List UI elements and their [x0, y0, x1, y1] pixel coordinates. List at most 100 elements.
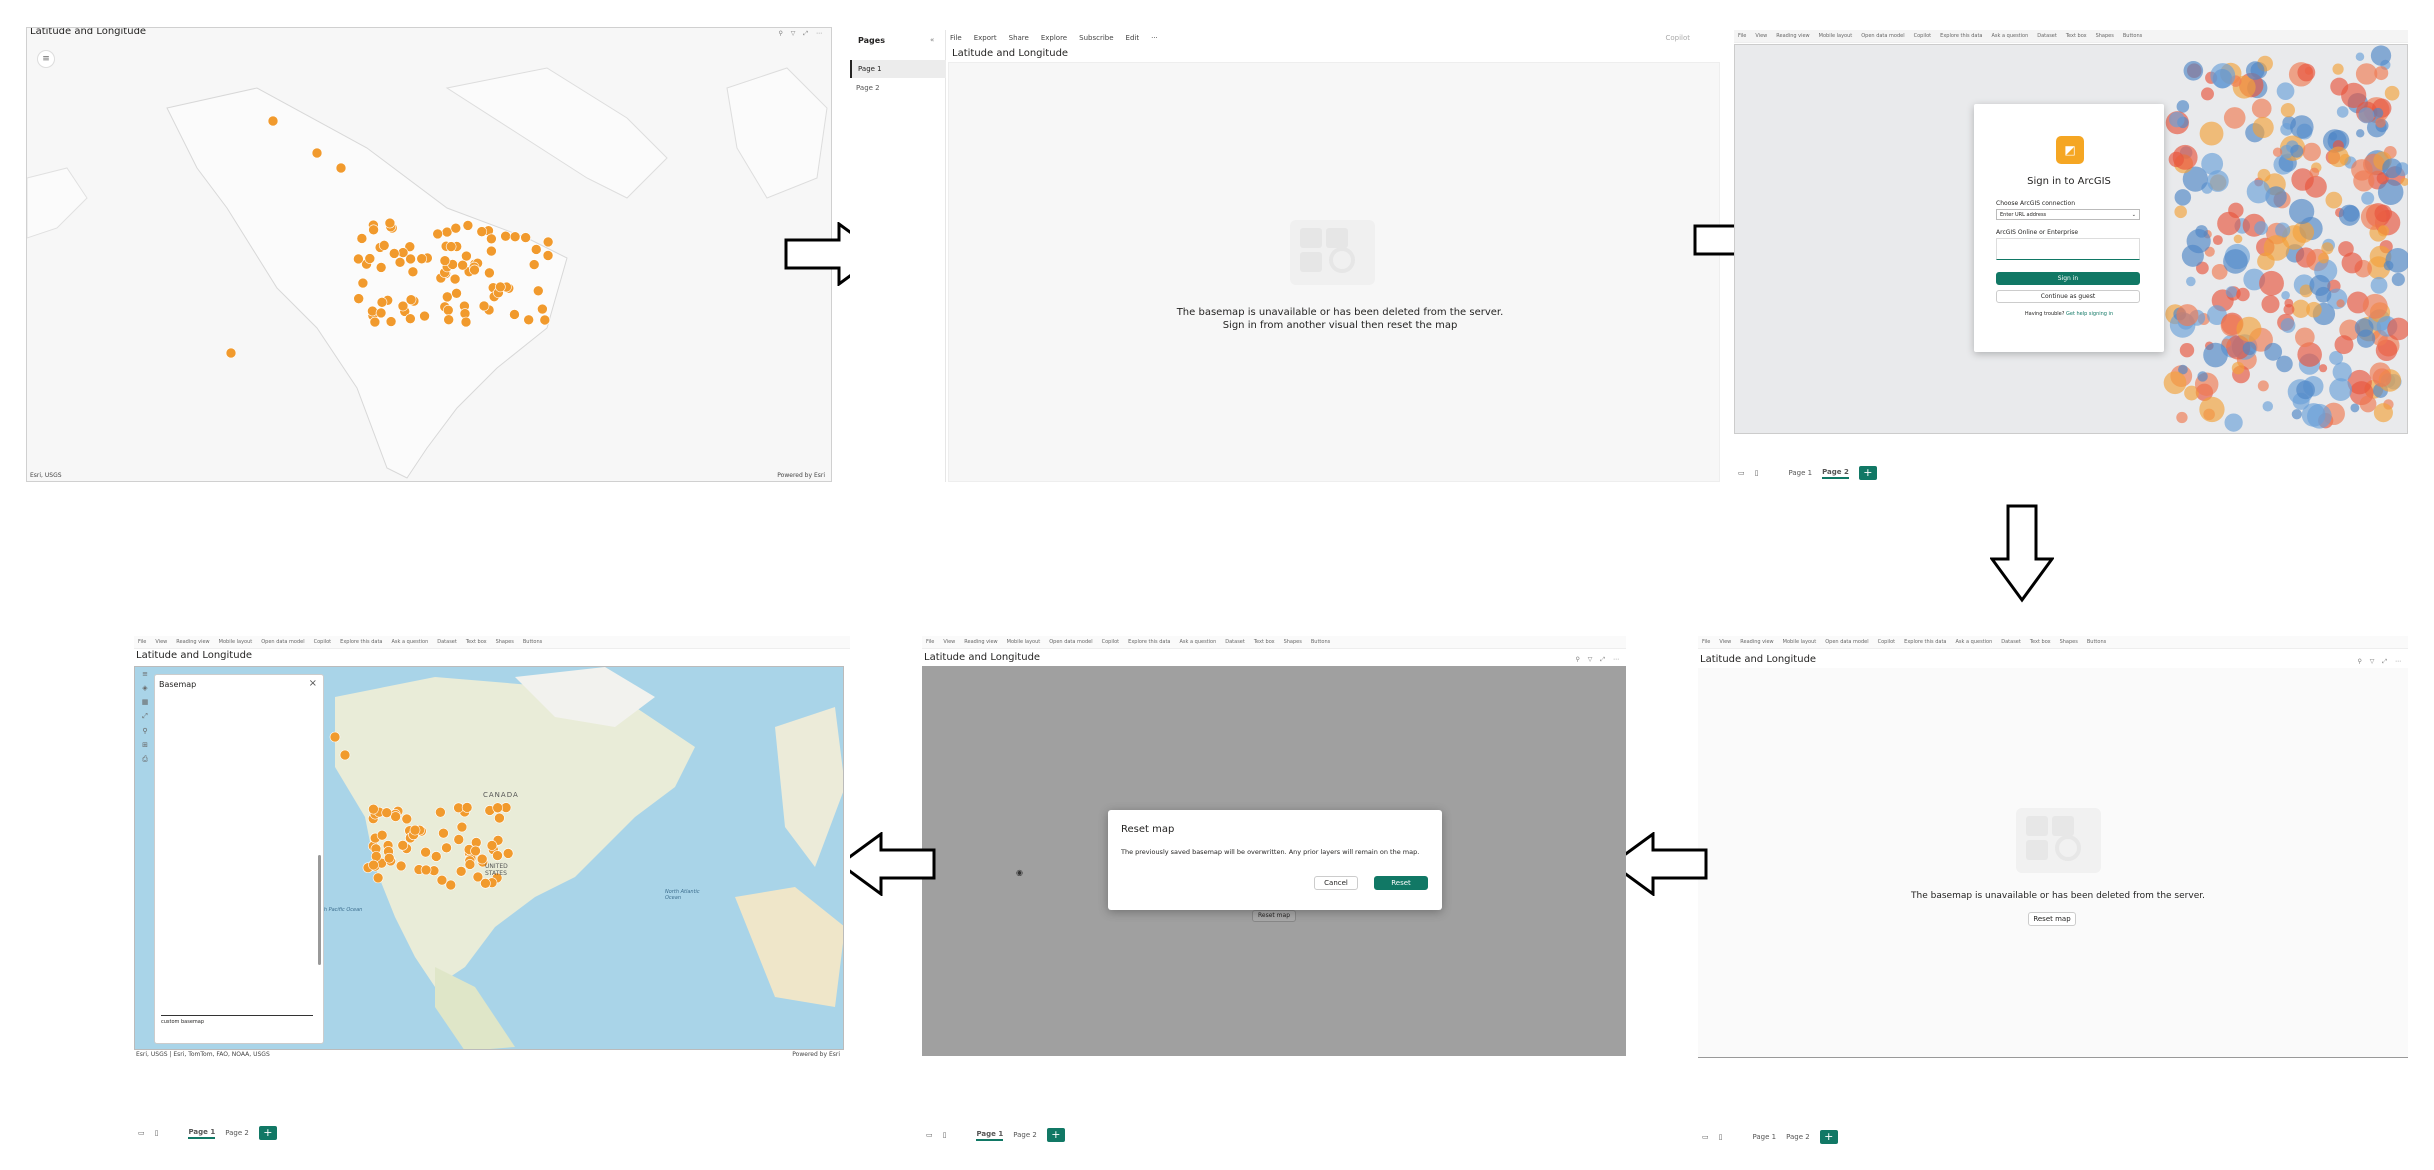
menu-share[interactable]: Share: [1009, 34, 1029, 42]
toolbar-item[interactable]: Dataset: [2001, 639, 2021, 645]
map-point[interactable]: [520, 232, 531, 243]
toolbar-item[interactable]: Ask a question: [1991, 33, 2028, 39]
map-point[interactable]: [394, 257, 406, 268]
extent-icon[interactable]: ⤢: [142, 712, 148, 721]
map-point[interactable]: [397, 300, 409, 312]
mobile-view-icon[interactable]: ▯: [155, 1129, 159, 1137]
map-point[interactable]: [439, 255, 451, 267]
map-point[interactable]: [356, 233, 368, 244]
page-tab-2[interactable]: Page 2: [1822, 468, 1849, 479]
map-point[interactable]: [457, 259, 468, 271]
toolbar-item[interactable]: Mobile layout: [1007, 639, 1041, 645]
desktop-view-icon[interactable]: ▭: [926, 1131, 933, 1139]
map-point[interactable]: [368, 859, 379, 871]
map-point[interactable]: [539, 314, 551, 326]
add-page-button[interactable]: +: [1819, 1130, 1838, 1144]
map-point[interactable]: [464, 859, 476, 870]
map-point[interactable]: [335, 162, 347, 174]
toolbar-item[interactable]: Shapes: [2096, 33, 2114, 39]
toolbar-item[interactable]: Explore this data: [1940, 33, 1982, 39]
analysis-icon[interactable]: ⊞: [142, 741, 148, 749]
toolbar-item[interactable]: File: [1738, 33, 1746, 39]
toolbar-item[interactable]: Ask a question: [1955, 639, 1992, 645]
toolbar-item[interactable]: Mobile layout: [1819, 33, 1853, 39]
page-tab-2[interactable]: Page 2: [1786, 1133, 1810, 1141]
menu-more[interactable]: ···: [1151, 34, 1158, 42]
basemap-icon[interactable]: ▦: [142, 698, 149, 706]
map-point[interactable]: [500, 230, 511, 242]
desktop-view-icon[interactable]: ▭: [1702, 1133, 1709, 1141]
map-point[interactable]: [405, 294, 417, 305]
map-point[interactable]: [388, 248, 400, 259]
map-point[interactable]: [456, 821, 468, 833]
toolbar-item[interactable]: Buttons: [2087, 639, 2106, 645]
toolbar-item[interactable]: Buttons: [1311, 639, 1330, 645]
page-tab-1[interactable]: Page 1: [976, 1130, 1004, 1141]
menu-edit[interactable]: Edit: [1126, 34, 1140, 42]
map-point[interactable]: [357, 277, 369, 289]
desktop-view-icon[interactable]: ▭: [138, 1129, 145, 1137]
map-point[interactable]: [484, 267, 495, 279]
toolbar-item[interactable]: File: [926, 639, 934, 645]
search-icon[interactable]: ⚲: [142, 727, 147, 735]
map-point[interactable]: [460, 316, 472, 328]
map-point[interactable]: [435, 806, 446, 818]
map-point[interactable]: [376, 297, 388, 308]
map-point[interactable]: [486, 233, 497, 245]
url-input[interactable]: [1996, 238, 2140, 260]
reset-map-button[interactable]: Reset map: [2028, 912, 2076, 926]
toolbar-item[interactable]: Open data model: [261, 639, 304, 645]
map-point[interactable]: [401, 813, 413, 825]
reset-button[interactable]: Reset: [1374, 876, 1428, 890]
toolbar-item[interactable]: Ask a question: [391, 639, 428, 645]
map-point[interactable]: [523, 314, 534, 326]
map-point[interactable]: [461, 250, 472, 262]
map-point[interactable]: [509, 231, 521, 242]
continue-as-guest-button[interactable]: Continue as guest: [1996, 290, 2140, 303]
map-point[interactable]: [494, 812, 505, 824]
map-point[interactable]: [542, 236, 554, 248]
toolbar-item[interactable]: Copilot: [314, 639, 332, 645]
map-point[interactable]: [267, 115, 279, 127]
menu-icon[interactable]: ≡: [142, 670, 148, 678]
visual-header-icons[interactable]: ⚲ ▽ ⤢ ⋯: [778, 30, 825, 38]
desktop-view-icon[interactable]: ▭: [1738, 469, 1745, 477]
layers-list-icon[interactable]: ≡: [37, 50, 55, 68]
mobile-view-icon[interactable]: ▯: [943, 1131, 947, 1139]
map-point[interactable]: [390, 811, 401, 822]
toolbar-item[interactable]: Shapes: [1284, 639, 1302, 645]
mobile-view-icon[interactable]: ▯: [1719, 1133, 1723, 1141]
visual-header-icons[interactable]: ⚲ ▽ ⤢ ⋯: [1575, 656, 1622, 664]
toolbar-item[interactable]: File: [1702, 639, 1710, 645]
map-point[interactable]: [353, 253, 364, 265]
toolbar-item[interactable]: Text box: [2066, 33, 2087, 39]
map-point[interactable]: [383, 852, 395, 864]
map-point[interactable]: [450, 222, 462, 234]
map-point[interactable]: [405, 253, 416, 265]
map-point[interactable]: [492, 802, 503, 814]
map-point[interactable]: [329, 731, 341, 743]
help-link[interactable]: Get help signing in: [2066, 311, 2113, 317]
add-page-button[interactable]: +: [1858, 466, 1877, 480]
toolbar-item[interactable]: Dataset: [437, 639, 457, 645]
map-point[interactable]: [419, 310, 430, 322]
toolbar-item[interactable]: View: [155, 639, 167, 645]
toolbar-item[interactable]: Reading view: [964, 639, 997, 645]
map-point[interactable]: [461, 802, 473, 813]
toolbar-item[interactable]: View: [1719, 639, 1731, 645]
map-point[interactable]: [225, 347, 237, 359]
toolbar-item[interactable]: Text box: [1254, 639, 1275, 645]
toolbar-item[interactable]: Text box: [466, 639, 487, 645]
map-point[interactable]: [384, 217, 396, 229]
sign-in-button[interactable]: Sign in: [1996, 272, 2140, 285]
map-point[interactable]: [502, 848, 514, 859]
toolbar-item[interactable]: Copilot: [1878, 639, 1896, 645]
toolbar-item[interactable]: Explore this data: [1904, 639, 1946, 645]
toolbar-item[interactable]: Mobile layout: [1783, 639, 1817, 645]
map-point[interactable]: [455, 866, 467, 877]
menu-export[interactable]: Export: [974, 34, 997, 42]
map-point[interactable]: [462, 220, 474, 231]
page-tab-1[interactable]: Page 1: [1752, 1133, 1776, 1141]
map-point[interactable]: [376, 829, 388, 841]
map-point[interactable]: [375, 262, 387, 273]
